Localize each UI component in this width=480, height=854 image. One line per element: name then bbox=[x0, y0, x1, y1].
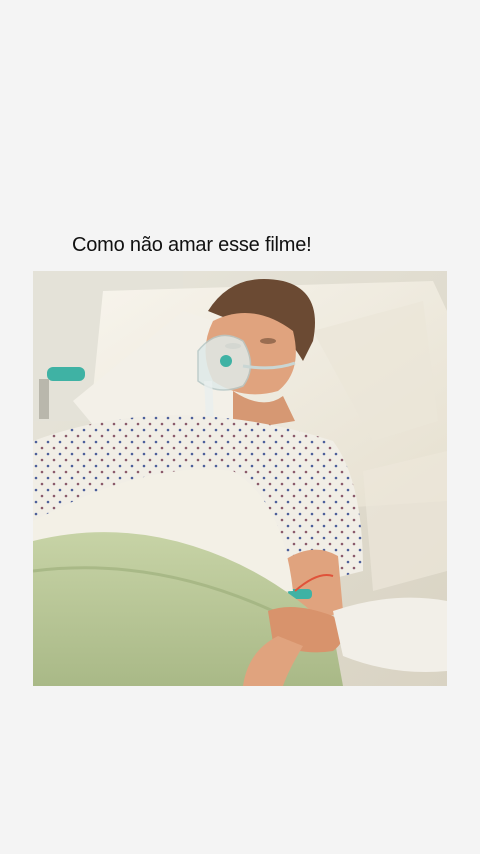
post-screen: Como não amar esse filme! bbox=[0, 0, 480, 854]
iv-device bbox=[47, 367, 85, 381]
post-photo[interactable] bbox=[33, 271, 447, 686]
post-caption: Como não amar esse filme! bbox=[72, 234, 312, 256]
hospital-scene-illustration bbox=[33, 271, 447, 686]
